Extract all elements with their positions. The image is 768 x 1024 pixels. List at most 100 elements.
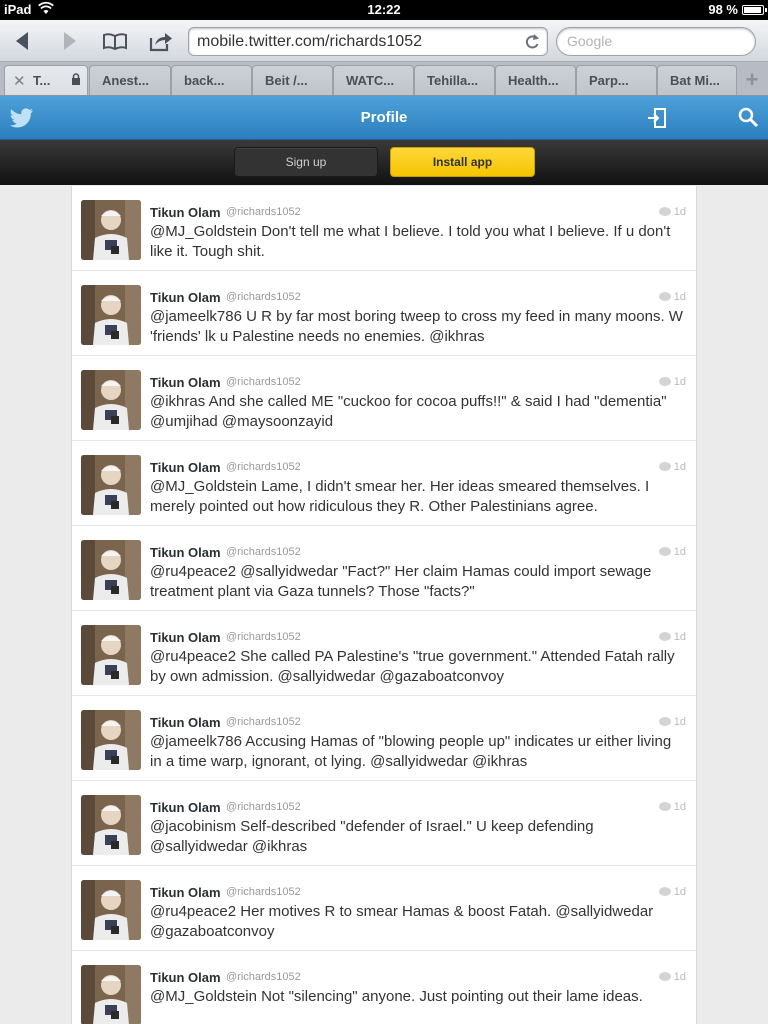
tweet-item[interactable]: Tikun Olam @richards1052 1d @jameelk786 … [72,696,696,781]
reply-bubble-icon [658,547,671,556]
tweet-text: @MJ_Goldstein Not "silencing" anyone. Ju… [150,988,643,1005]
tweet-timeline: Tikun Olam @richards1052 1d @MJ_Goldstei… [71,186,697,1024]
tab-label: T... [33,73,51,88]
avatar[interactable] [81,455,141,515]
tweet-timestamp: 1d [658,886,686,898]
search-icon[interactable] [737,106,759,128]
avatar[interactable] [81,795,141,855]
tweet-timestamp: 1d [658,801,686,813]
tweet-timestamp: 1d [658,546,686,558]
tweet-item[interactable]: Tikun Olam @richards1052 1d @ru4peace2 S… [72,611,696,696]
new-tab-plus-icon[interactable]: + [738,67,766,95]
avatar[interactable] [81,965,141,1024]
bookmarks-book-icon[interactable] [100,26,130,56]
tweet-text: @MJ_Goldstein Lame, I didn't smear her. … [150,478,650,515]
search-input[interactable] [567,33,747,49]
reply-bubble-icon [658,972,671,981]
browser-toolbar: mobile.twitter.com/richards1052 [0,20,768,62]
tweet-timestamp: 1d [658,206,686,218]
avatar[interactable] [81,200,141,260]
tab-item[interactable]: Beit /... [252,65,333,95]
tab-item[interactable]: Tehilla... [414,65,495,95]
avatar[interactable] [81,880,141,940]
url-text[interactable]: mobile.twitter.com/richards1052 [197,33,422,51]
tweet-text: @ru4peace2 Her motives R to smear Hamas … [150,903,654,940]
reply-bubble-icon [658,377,671,386]
tab-twitter[interactable]: ✕ T... [4,65,88,95]
back-arrow-icon[interactable] [8,26,38,56]
tweet-author-handle[interactable]: @richards1052 [226,631,301,643]
tweet-text: @ikhras And she called ME "cuckoo for co… [150,393,667,430]
tweet-author-handle[interactable]: @richards1052 [226,376,301,388]
lock-icon [71,73,81,88]
tweet-author-name[interactable]: Tikun Olam [150,290,221,305]
tab-item[interactable]: Health... [495,65,576,95]
install-app-button[interactable]: Install app [390,147,535,177]
search-field[interactable] [556,27,756,56]
sign-in-icon[interactable] [646,107,668,129]
tweet-text: @jacobinism Self-described "defender of … [150,818,594,855]
tweet-author-handle[interactable]: @richards1052 [226,291,301,303]
tab-item[interactable]: WATC... [333,65,414,95]
tweet-author-handle[interactable]: @richards1052 [226,886,301,898]
tweet-author-name[interactable]: Tikun Olam [150,715,221,730]
tweet-item[interactable]: Tikun Olam @richards1052 1d @ru4peace2 H… [72,866,696,951]
tweet-author-name[interactable]: Tikun Olam [150,545,221,560]
clock: 12:22 [367,2,401,17]
status-bar: iPad 12:22 98 % [0,0,768,20]
avatar[interactable] [81,540,141,600]
reply-bubble-icon [658,717,671,726]
avatar[interactable] [81,370,141,430]
tweet-timestamp: 1d [658,631,686,643]
tweet-author-handle[interactable]: @richards1052 [226,461,301,473]
tweet-time-text: 1d [673,376,686,388]
tweet-author-handle[interactable]: @richards1052 [226,801,301,813]
tweet-author-name[interactable]: Tikun Olam [150,630,221,645]
tweet-text: @MJ_Goldstein Don't tell me what I belie… [150,223,671,260]
tweet-author-handle[interactable]: @richards1052 [226,971,301,983]
tweet-author-name[interactable]: Tikun Olam [150,205,221,220]
tweet-author-name[interactable]: Tikun Olam [150,800,221,815]
tweet-timestamp: 1d [658,971,686,983]
battery-percent: 98 % [708,2,738,17]
tweet-item[interactable]: Tikun Olam @richards1052 1d @jameelk786 … [72,271,696,356]
tab-item[interactable]: Parp... [576,65,657,95]
avatar[interactable] [81,285,141,345]
address-bar[interactable]: mobile.twitter.com/richards1052 [188,27,548,56]
close-tab-icon[interactable]: ✕ [13,72,26,90]
tab-item[interactable]: Anest... [89,65,171,95]
avatar[interactable] [81,625,141,685]
sign-up-button[interactable]: Sign up [234,147,378,177]
tweet-item[interactable]: Tikun Olam @richards1052 1d @ikhras And … [72,356,696,441]
tweet-time-text: 1d [673,291,686,303]
tweet-author-name[interactable]: Tikun Olam [150,375,221,390]
tab-strip: ✕ T... Anest... back... Beit /... WATC..… [0,62,768,96]
reload-icon[interactable] [523,31,541,56]
avatar[interactable] [81,710,141,770]
tweet-item[interactable]: Tikun Olam @richards1052 1d @ru4peace2 @… [72,526,696,611]
battery-icon [742,5,767,15]
tweet-author-handle[interactable]: @richards1052 [226,716,301,728]
tweet-time-text: 1d [673,206,686,218]
reply-bubble-icon [658,292,671,301]
share-icon[interactable] [145,26,175,56]
tweet-time-text: 1d [673,801,686,813]
tweet-item[interactable]: Tikun Olam @richards1052 1d @jacobinism … [72,781,696,866]
signup-banner: Sign up Install app [0,140,768,185]
tweet-author-name[interactable]: Tikun Olam [150,970,221,985]
tweet-author-handle[interactable]: @richards1052 [226,206,301,218]
tweet-item[interactable]: Tikun Olam @richards1052 1d @MJ_Goldstei… [72,951,696,1024]
tweet-time-text: 1d [673,461,686,473]
tweet-text: @jameelk786 Accusing Hamas of "blowing p… [150,733,672,770]
tweet-item[interactable]: Tikun Olam @richards1052 1d @MJ_Goldstei… [72,186,696,271]
tweet-item[interactable]: Tikun Olam @richards1052 1d @MJ_Goldstei… [72,441,696,526]
forward-arrow-icon[interactable] [54,26,84,56]
tweet-author-name[interactable]: Tikun Olam [150,885,221,900]
tweet-author-name[interactable]: Tikun Olam [150,460,221,475]
tab-item[interactable]: Bat Mi... [657,65,737,95]
tweet-text: @ru4peace2 She called PA Palestine's "tr… [150,648,675,685]
tweet-author-handle[interactable]: @richards1052 [226,546,301,558]
tweet-text: @jameelk786 U R by far most boring tweep… [150,308,683,345]
tab-item[interactable]: back... [171,65,252,95]
tweet-time-text: 1d [673,971,686,983]
